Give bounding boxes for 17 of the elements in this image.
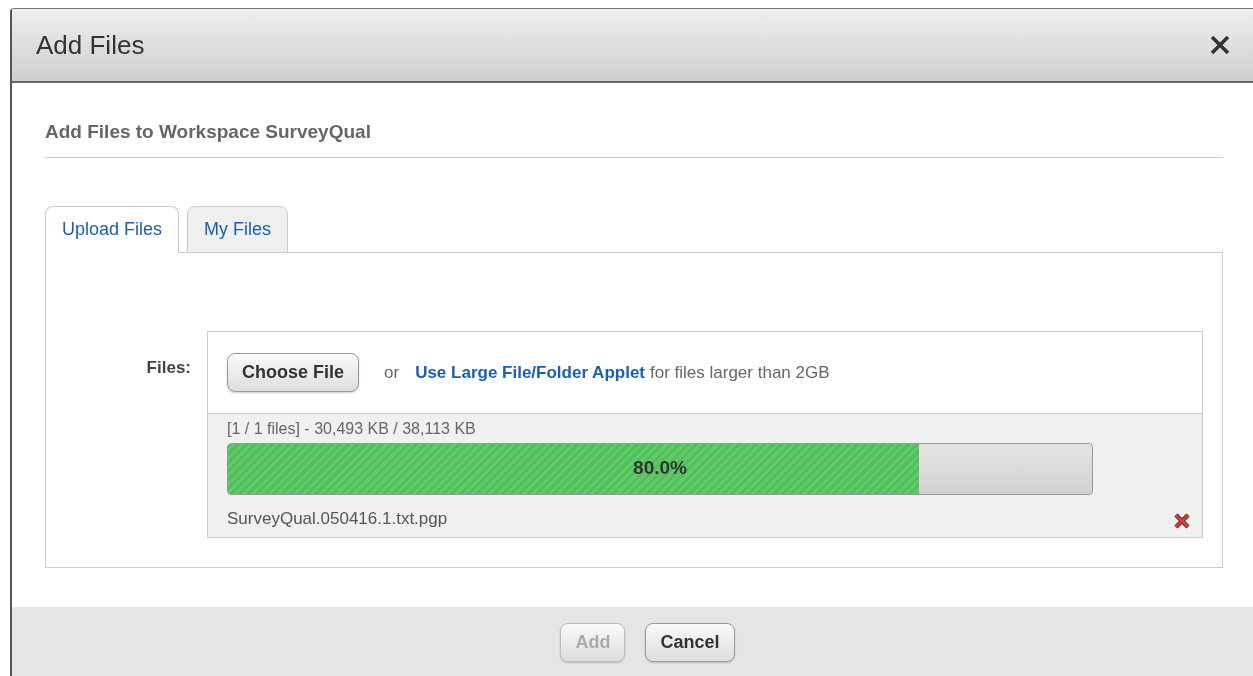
tab[interactable]: My Files bbox=[187, 206, 289, 253]
close-button[interactable] bbox=[1209, 34, 1231, 56]
section-heading: Add Files to Workspace SurveyQual bbox=[45, 121, 1223, 158]
remove-file-button[interactable] bbox=[1174, 513, 1190, 529]
applet-link[interactable]: Use Large File/Folder Applet bbox=[415, 362, 645, 383]
remove-icon bbox=[1174, 513, 1190, 529]
close-icon bbox=[1209, 34, 1231, 56]
size-hint: for files larger than 2GB bbox=[650, 362, 830, 383]
or-text: or bbox=[384, 362, 400, 383]
upload-summary: [1 / 1 files] - 30,493 KB / 38,113 KB bbox=[227, 420, 477, 438]
tab[interactable]: Upload Files bbox=[45, 206, 180, 253]
progress-reading: 80.0% bbox=[632, 457, 688, 479]
dialog-title: Add Files bbox=[36, 29, 145, 61]
choose-file-button[interactable]: Choose File bbox=[227, 353, 359, 392]
files-label: Files: bbox=[145, 357, 192, 378]
cancel-button[interactable]: Cancel bbox=[645, 622, 735, 662]
file-name: SurveyQual.050416.1.txt.pgp bbox=[227, 509, 448, 529]
